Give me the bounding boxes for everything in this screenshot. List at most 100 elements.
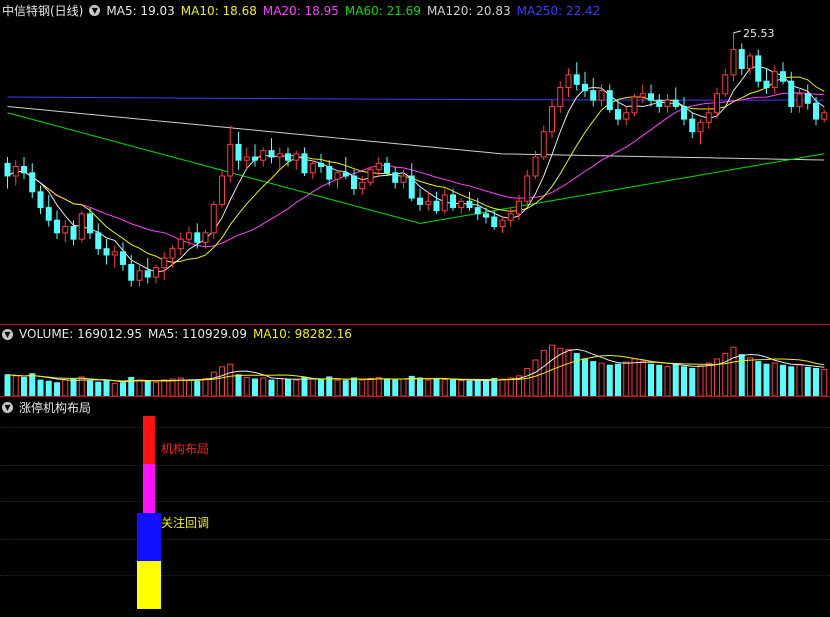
candle-body (367, 169, 374, 183)
candle-body (153, 267, 159, 278)
candle-body (483, 213, 489, 218)
volume-bar (243, 376, 250, 397)
candle-body (747, 55, 753, 70)
candle-body (499, 219, 506, 228)
candle-body (103, 248, 110, 256)
candle-body (375, 162, 382, 171)
grid-line (0, 465, 830, 466)
price-chart-canvas[interactable] (0, 0, 830, 325)
volume-bar (771, 362, 778, 397)
candle-body (656, 99, 663, 107)
volume-bar (252, 378, 258, 397)
volume-bar (639, 360, 646, 397)
volume-bar (631, 358, 638, 397)
candle-body (730, 49, 737, 76)
candle-body (29, 172, 36, 193)
candle-body (738, 49, 745, 70)
chevron-down-icon[interactable]: ▼ (2, 328, 13, 340)
candle-body (219, 175, 225, 205)
volume-bar (87, 380, 93, 397)
candle-body (557, 87, 564, 107)
candle-body (623, 112, 630, 120)
volume-bar (615, 363, 621, 397)
grid-line (0, 427, 830, 428)
candle-body (549, 105, 555, 133)
volume-bar (359, 379, 366, 397)
candle-body (4, 162, 11, 177)
candle-body (689, 118, 696, 133)
ma120-line (7, 105, 825, 161)
candle-body (450, 194, 456, 209)
volume-bar (153, 381, 159, 397)
candle-body (441, 194, 448, 212)
volume-bar (689, 367, 696, 397)
candle-body (260, 150, 267, 161)
candle-body (87, 213, 93, 234)
volume-bar (384, 379, 390, 397)
candle-body (433, 200, 440, 212)
candle-body (705, 112, 712, 123)
chevron-down-icon[interactable]: ▼ (2, 402, 13, 413)
volume-bar (672, 363, 679, 397)
candle-body (62, 226, 69, 234)
candle-body (111, 251, 118, 256)
candle-body (639, 93, 646, 98)
signal-bar-yellow (137, 561, 161, 609)
candle-body (590, 90, 597, 101)
indicator-title: 涨停机构布局 (19, 401, 92, 415)
volume-bar (12, 375, 19, 397)
candle-body (532, 156, 539, 177)
candle-body (417, 197, 423, 205)
chevron-down-icon[interactable]: ▼ (89, 5, 101, 16)
volume-bar (235, 374, 242, 397)
grid-line (0, 575, 830, 576)
grid-line (0, 539, 830, 540)
volume-bar (788, 366, 795, 397)
price-legend: 中信特钢(日线) ▼ MA5: 19.03 MA10: 18.68 MA20: … (2, 2, 606, 19)
candle-body (516, 200, 522, 215)
stock-title: 中信特钢(日线) (2, 4, 84, 18)
candle-body (78, 213, 85, 240)
candle-body (301, 153, 308, 174)
signal-bar-magenta (143, 464, 155, 513)
candle-body (12, 166, 19, 177)
volume-bar (309, 378, 316, 397)
candle-body (425, 200, 432, 205)
volume-bar (301, 376, 308, 397)
candle-body (276, 153, 283, 158)
candle-body (161, 257, 168, 269)
candle-body (318, 162, 324, 167)
candle-body (235, 143, 242, 161)
volume-ma5-label: MA5: 110929.09 (148, 327, 247, 341)
volume-bar (37, 379, 44, 397)
volume-bar (722, 353, 729, 397)
volume-bar (210, 371, 217, 397)
candle-body (606, 90, 613, 111)
candle-body (351, 175, 357, 190)
price-chart-pane[interactable]: 中信特钢(日线) ▼ MA5: 19.03 MA10: 18.68 MA20: … (0, 0, 830, 325)
volume-bar (342, 380, 349, 397)
volume-chart-pane[interactable]: ▼ VOLUME: 169012.95 MA5: 110929.09 MA10:… (0, 325, 830, 397)
volume-bar (483, 380, 489, 397)
volume-bar (648, 363, 654, 397)
candle-body (243, 156, 250, 161)
volume-bar (730, 346, 737, 397)
volume-bar (582, 358, 588, 397)
ma5-line (7, 65, 825, 273)
ma60-label: MA60: 21.69 (344, 3, 421, 18)
indicator-pane[interactable]: ▼ 涨停机构布局 机构布局 关注回调 (0, 397, 830, 615)
label-watch-pullback: 关注回调 (161, 516, 210, 530)
candle-body (293, 153, 300, 161)
volume-bar (120, 382, 126, 397)
volume-bar (697, 365, 704, 397)
volume-ma10-label: MA10: 98282.16 (252, 327, 352, 341)
volume-bar (425, 379, 432, 397)
volume-bar (144, 380, 151, 397)
volume-bar (796, 363, 803, 397)
indicator-legend: ▼ 涨停机构布局 (2, 399, 97, 416)
candle-body (615, 109, 621, 120)
volume-bar (747, 357, 753, 397)
candle-body (177, 238, 184, 250)
volume-bar (367, 378, 374, 397)
candle-body (54, 219, 60, 234)
